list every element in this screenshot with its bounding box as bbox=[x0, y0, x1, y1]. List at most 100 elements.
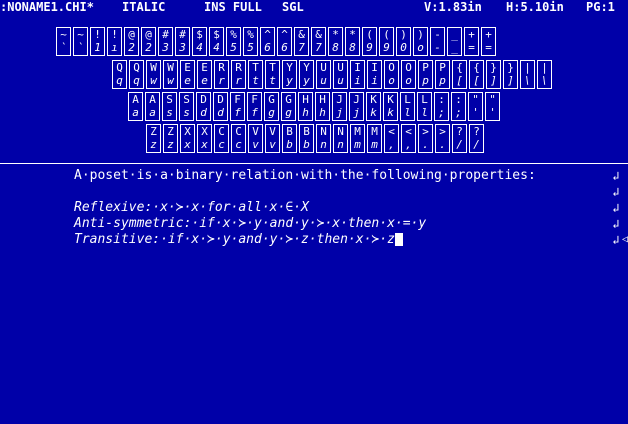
key-0-0[interactable]: ~ ` bbox=[56, 27, 71, 56]
key-2-1[interactable]: Aa bbox=[145, 92, 160, 121]
key-1-15[interactable]: Ii bbox=[367, 60, 382, 89]
key-0-3[interactable]: ! ı bbox=[107, 27, 122, 56]
key-2-8[interactable]: Gg bbox=[264, 92, 279, 121]
key-3-15[interactable]: <, bbox=[401, 124, 416, 153]
key-2-2[interactable]: Ss bbox=[162, 92, 177, 121]
key-3-3[interactable]: Xx bbox=[197, 124, 212, 153]
horizontal-position: H:5.10in bbox=[506, 0, 564, 14]
key-2-14[interactable]: Kk bbox=[366, 92, 381, 121]
key-3-0[interactable]: Zz bbox=[146, 124, 161, 153]
key-0-24[interactable]: + = bbox=[464, 27, 479, 56]
key-0-10[interactable]: % 5 bbox=[226, 27, 241, 56]
key-0-21[interactable]: ) o bbox=[413, 27, 428, 56]
key-0-23[interactable]: _ _ bbox=[447, 27, 462, 56]
key-0-13[interactable]: ^ 6 bbox=[277, 27, 292, 56]
key-0-22[interactable]: -- bbox=[430, 27, 445, 56]
key-3-18[interactable]: ? / bbox=[452, 124, 467, 153]
key-0-6[interactable]: #3 bbox=[158, 27, 173, 56]
key-3-6[interactable]: Vv bbox=[248, 124, 263, 153]
doc-line[interactable]: Anti-symmetric:·if·x·≻·y·and·y·≻·x·then·… bbox=[74, 216, 426, 232]
key-3-4[interactable]: Cc bbox=[214, 124, 229, 153]
key-1-11[interactable]: Yy bbox=[299, 60, 314, 89]
key-2-15[interactable]: Kk bbox=[383, 92, 398, 121]
key-0-20[interactable]: ) 0 bbox=[396, 27, 411, 56]
key-3-5[interactable]: Cc bbox=[231, 124, 246, 153]
key-1-20[interactable]: {[ bbox=[452, 60, 467, 89]
key-2-7[interactable]: Ff bbox=[247, 92, 262, 121]
key-1-13[interactable]: Uu bbox=[333, 60, 348, 89]
key-3-12[interactable]: Mm bbox=[350, 124, 365, 153]
key-0-14[interactable]: & 7 bbox=[294, 27, 309, 56]
key-1-2[interactable]: Ww bbox=[146, 60, 161, 89]
key-2-11[interactable]: Hh bbox=[315, 92, 330, 121]
key-1-16[interactable]: Oo bbox=[384, 60, 399, 89]
key-3-9[interactable]: Bb bbox=[299, 124, 314, 153]
key-1-21[interactable]: {[ bbox=[469, 60, 484, 89]
key-1-3[interactable]: Ww bbox=[163, 60, 178, 89]
key-1-4[interactable]: Ee bbox=[180, 60, 195, 89]
key-0-16[interactable]: * 8 bbox=[328, 27, 343, 56]
key-2-20[interactable]: " ' bbox=[468, 92, 483, 121]
key-2-13[interactable]: Jj bbox=[349, 92, 364, 121]
key-2-21[interactable]: " ' bbox=[485, 92, 500, 121]
key-1-6[interactable]: Rr bbox=[214, 60, 229, 89]
key-3-13[interactable]: Mm bbox=[367, 124, 382, 153]
key-upper-char: P bbox=[439, 61, 446, 74]
key-3-11[interactable]: Nn bbox=[333, 124, 348, 153]
key-1-22[interactable]: }] bbox=[486, 60, 501, 89]
key-2-9[interactable]: Gg bbox=[281, 92, 296, 121]
key-3-2[interactable]: Xx bbox=[180, 124, 195, 153]
key-2-19[interactable]: :; bbox=[451, 92, 466, 121]
key-3-16[interactable]: >. bbox=[418, 124, 433, 153]
key-0-11[interactable]: % 5 bbox=[243, 27, 258, 56]
key-0-9[interactable]: $4 bbox=[209, 27, 224, 56]
key-0-12[interactable]: ^ 6 bbox=[260, 27, 275, 56]
key-3-17[interactable]: >. bbox=[435, 124, 450, 153]
key-1-9[interactable]: Tt bbox=[265, 60, 280, 89]
key-1-12[interactable]: Uu bbox=[316, 60, 331, 89]
key-1-18[interactable]: Pp bbox=[418, 60, 433, 89]
key-1-14[interactable]: Ii bbox=[350, 60, 365, 89]
key-2-12[interactable]: Jj bbox=[332, 92, 347, 121]
key-3-14[interactable]: <, bbox=[384, 124, 399, 153]
key-1-8[interactable]: Tt bbox=[248, 60, 263, 89]
key-0-1[interactable]: ~ ` bbox=[73, 27, 88, 56]
key-1-5[interactable]: Ee bbox=[197, 60, 212, 89]
key-1-10[interactable]: Yy bbox=[282, 60, 297, 89]
key-0-2[interactable]: ! 1 bbox=[90, 27, 105, 56]
key-2-16[interactable]: Ll bbox=[400, 92, 415, 121]
doc-line[interactable]: Reflexive:·x·≻·x·for·all·x·∈·X bbox=[74, 200, 309, 216]
key-1-19[interactable]: Pp bbox=[435, 60, 450, 89]
key-2-4[interactable]: Dd bbox=[196, 92, 211, 121]
key-0-4[interactable]: @2 bbox=[124, 27, 139, 56]
key-3-19[interactable]: ? / bbox=[469, 124, 484, 153]
key-2-0[interactable]: Aa bbox=[128, 92, 143, 121]
key-3-7[interactable]: Vv bbox=[265, 124, 280, 153]
key-1-25[interactable]: | \ bbox=[537, 60, 552, 89]
key-0-8[interactable]: $4 bbox=[192, 27, 207, 56]
key-0-15[interactable]: & 7 bbox=[311, 27, 326, 56]
key-0-25[interactable]: + = bbox=[481, 27, 496, 56]
key-1-23[interactable]: }] bbox=[503, 60, 518, 89]
key-2-10[interactable]: Hh bbox=[298, 92, 313, 121]
key-3-8[interactable]: Bb bbox=[282, 124, 297, 153]
doc-line-current[interactable]: Transitive:·if·x·≻·y·and·y·≻·z·then·x·≻·… bbox=[74, 232, 403, 248]
key-2-18[interactable]: :; bbox=[434, 92, 449, 121]
key-0-18[interactable]: (9 bbox=[362, 27, 377, 56]
key-0-5[interactable]: @2 bbox=[141, 27, 156, 56]
key-3-1[interactable]: Zz bbox=[163, 124, 178, 153]
key-1-7[interactable]: Rr bbox=[231, 60, 246, 89]
key-1-17[interactable]: Oo bbox=[401, 60, 416, 89]
key-2-6[interactable]: Ff bbox=[230, 92, 245, 121]
key-0-19[interactable]: (9 bbox=[379, 27, 394, 56]
key-0-17[interactable]: * 8 bbox=[345, 27, 360, 56]
key-1-0[interactable]: Qq bbox=[112, 60, 127, 89]
key-2-3[interactable]: Ss bbox=[179, 92, 194, 121]
key-0-7[interactable]: #3 bbox=[175, 27, 190, 56]
key-2-5[interactable]: Dd bbox=[213, 92, 228, 121]
key-2-17[interactable]: Ll bbox=[417, 92, 432, 121]
key-1-24[interactable]: | \ bbox=[520, 60, 535, 89]
doc-line[interactable]: A·poset·is·a·binary·relation·with·the·fo… bbox=[74, 168, 536, 184]
key-1-1[interactable]: Qq bbox=[129, 60, 144, 89]
key-3-10[interactable]: Nn bbox=[316, 124, 331, 153]
